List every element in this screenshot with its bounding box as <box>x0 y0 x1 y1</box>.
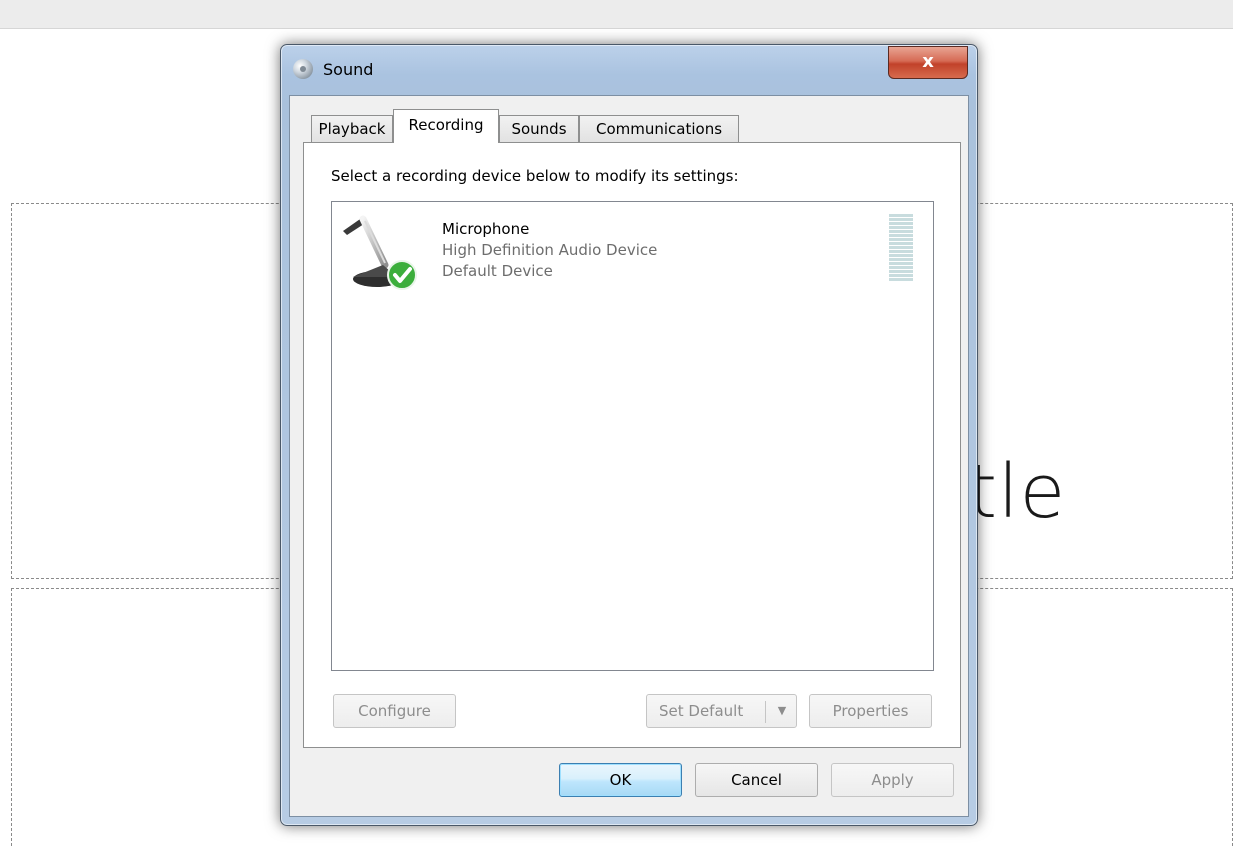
recording-tab-panel: Select a recording device below to modif… <box>303 142 961 748</box>
tab-communications[interactable]: Communications <box>579 115 739 142</box>
device-description: High Definition Audio Device <box>442 241 658 259</box>
tab-sounds[interactable]: Sounds <box>499 115 579 142</box>
device-list[interactable]: Microphone High Definition Audio Device … <box>331 201 934 671</box>
set-default-label: Set Default <box>659 702 744 720</box>
split-divider <box>765 701 766 723</box>
apply-button[interactable]: Apply <box>831 763 954 797</box>
dropdown-arrow-icon[interactable]: ▼ <box>771 695 793 727</box>
sound-dialog: Sound x Playback Recording Sounds Commun… <box>280 44 978 826</box>
close-button[interactable]: x <box>888 46 968 79</box>
title-bar[interactable]: Sound x <box>281 45 977 93</box>
instruction-text: Select a recording device below to modif… <box>331 167 739 185</box>
device-status: Default Device <box>442 262 553 280</box>
tab-playback[interactable]: Playback <box>311 115 393 142</box>
speaker-icon <box>293 59 313 79</box>
app-toolbar-strip <box>0 0 1233 29</box>
ok-button[interactable]: OK <box>559 763 682 797</box>
level-meter <box>889 214 913 282</box>
device-name: Microphone <box>442 220 530 238</box>
properties-button[interactable]: Properties <box>809 694 932 728</box>
cancel-button[interactable]: Cancel <box>695 763 818 797</box>
set-default-button[interactable]: Set Default ▼ <box>646 694 797 728</box>
microphone-icon <box>343 215 417 290</box>
tab-recording[interactable]: Recording <box>393 109 499 143</box>
dialog-title: Sound <box>323 60 374 79</box>
slide-title-text: tle <box>968 449 1067 535</box>
configure-button[interactable]: Configure <box>333 694 456 728</box>
